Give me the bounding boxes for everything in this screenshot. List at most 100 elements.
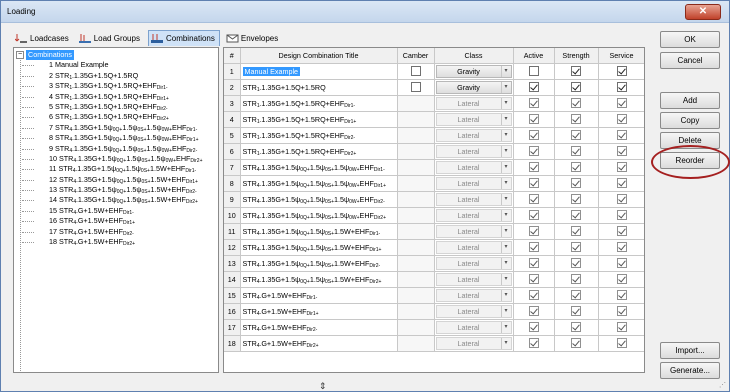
combinations-grid[interactable]: # Design Combination Title Camber Class …: [223, 47, 645, 373]
resize-grip-icon[interactable]: ⇕: [319, 381, 327, 392]
delete-button[interactable]: Delete: [660, 132, 720, 149]
active-cell[interactable]: [513, 239, 555, 256]
table-row[interactable]: 12 STR4-1.35G+1.5ψ0Q+1.5ψ0S+1.5W+EHFDir1+…: [224, 239, 644, 256]
service-checkbox[interactable]: [616, 130, 627, 141]
column-header-number[interactable]: #: [224, 48, 241, 64]
chevron-down-icon[interactable]: ▾: [500, 97, 511, 109]
row-number[interactable]: 9: [224, 191, 241, 208]
chevron-down-icon[interactable]: ▾: [500, 193, 511, 205]
class-cell[interactable]: Gravity ▾: [434, 79, 514, 96]
service-cell[interactable]: [598, 319, 644, 336]
service-checkbox[interactable]: [616, 82, 627, 93]
service-cell[interactable]: [598, 79, 644, 96]
service-checkbox[interactable]: [616, 146, 627, 157]
service-cell[interactable]: [598, 223, 644, 240]
class-cell[interactable]: Lateral ▾: [434, 303, 514, 320]
combination-title-cell[interactable]: STR4-G+1.5W+EHFDir2-: [240, 319, 398, 336]
table-row[interactable]: 6 STR1-1.35G+1.5Q+1.5RQ+EHFDir2+ Lateral ▾: [224, 143, 644, 160]
close-button[interactable]: ✕: [685, 4, 721, 20]
strength-checkbox[interactable]: [571, 162, 581, 173]
chevron-down-icon[interactable]: ▾: [500, 209, 511, 221]
active-checkbox[interactable]: [528, 274, 539, 285]
table-row[interactable]: 1 Manual Example Gravity ▾: [224, 63, 644, 80]
column-header-class[interactable]: Class: [434, 48, 514, 64]
row-number[interactable]: 14: [224, 271, 241, 288]
chevron-down-icon[interactable]: ▾: [500, 289, 511, 301]
combination-title-cell[interactable]: STR4-G+1.5W+EHFDir1-: [240, 287, 398, 304]
service-checkbox[interactable]: [616, 338, 627, 349]
combination-title-cell[interactable]: STR4-1.35G+1.5ψ0Q+1.5ψ0S+1.5W+EHFDir1+: [240, 239, 398, 256]
row-number[interactable]: 1: [224, 63, 241, 80]
active-checkbox[interactable]: [528, 162, 539, 173]
active-checkbox[interactable]: [528, 146, 539, 157]
active-cell[interactable]: [513, 191, 555, 208]
chevron-down-icon[interactable]: ▾: [500, 241, 511, 253]
class-dropdown[interactable]: Gravity ▾: [435, 64, 512, 78]
active-cell[interactable]: [513, 287, 555, 304]
combination-title-cell[interactable]: STR1-1.35G+1.5Q+1.5RQ+EHFDir2+: [240, 143, 398, 160]
strength-checkbox[interactable]: [571, 194, 581, 205]
active-checkbox[interactable]: [528, 130, 539, 141]
tab-load-groups[interactable]: Load Groups: [77, 30, 144, 46]
active-checkbox[interactable]: [528, 322, 539, 333]
active-checkbox[interactable]: [528, 210, 539, 221]
class-cell[interactable]: Lateral ▾: [434, 223, 514, 240]
strength-checkbox[interactable]: [571, 338, 581, 349]
service-cell[interactable]: [598, 191, 644, 208]
strength-checkbox[interactable]: [571, 226, 581, 237]
table-row[interactable]: 16 STR4-G+1.5W+EHFDir1+ Lateral ▾: [224, 303, 644, 320]
strength-cell[interactable]: [554, 175, 599, 192]
strength-cell[interactable]: [554, 319, 599, 336]
active-checkbox[interactable]: [528, 82, 539, 93]
service-cell[interactable]: [598, 239, 644, 256]
strength-checkbox[interactable]: [571, 82, 581, 93]
tree-item[interactable]: 6 STR1-1.35G+1.5Q+1.5RQ+EHFDir2+: [16, 112, 218, 122]
service-checkbox[interactable]: [616, 194, 627, 205]
table-row[interactable]: 3 STR1-1.35G+1.5Q+1.5RQ+EHFDir1- Lateral ▾: [224, 95, 644, 112]
strength-cell[interactable]: [554, 111, 599, 128]
strength-checkbox[interactable]: [571, 322, 581, 333]
active-checkbox[interactable]: [528, 194, 539, 205]
class-cell[interactable]: Lateral ▾: [434, 271, 514, 288]
service-cell[interactable]: [598, 175, 644, 192]
row-number[interactable]: 3: [224, 95, 241, 112]
row-number[interactable]: 15: [224, 287, 241, 304]
chevron-down-icon[interactable]: ▾: [500, 129, 511, 141]
active-cell[interactable]: [513, 319, 555, 336]
active-cell[interactable]: [513, 335, 555, 352]
row-number[interactable]: 8: [224, 175, 241, 192]
cancel-button[interactable]: Cancel: [660, 52, 720, 69]
strength-cell[interactable]: [554, 143, 599, 160]
tree-item[interactable]: 16 STR4-G+1.5W+EHFDir1+: [16, 216, 218, 226]
table-row[interactable]: 11 STR4-1.35G+1.5ψ0Q+1.5ψ0S+1.5W+EHFDir1-…: [224, 223, 644, 240]
class-cell[interactable]: Lateral ▾: [434, 127, 514, 144]
active-checkbox[interactable]: [528, 306, 539, 317]
strength-checkbox[interactable]: [571, 146, 581, 157]
import-button[interactable]: Import...: [660, 342, 720, 359]
service-cell[interactable]: [598, 303, 644, 320]
tab-envelopes[interactable]: Envelopes: [224, 30, 282, 46]
row-number[interactable]: 5: [224, 127, 241, 144]
combination-title-cell[interactable]: STR4-G+1.5W+EHFDir2+: [240, 335, 398, 352]
service-cell[interactable]: [598, 271, 644, 288]
class-cell[interactable]: Lateral ▾: [434, 207, 514, 224]
strength-cell[interactable]: [554, 287, 599, 304]
strength-cell[interactable]: [554, 223, 599, 240]
service-cell[interactable]: [598, 111, 644, 128]
table-row[interactable]: 5 STR1-1.35G+1.5Q+1.5RQ+EHFDir2- Lateral ▾: [224, 127, 644, 144]
active-cell[interactable]: [513, 79, 555, 96]
table-row[interactable]: 15 STR4-G+1.5W+EHFDir1- Lateral ▾: [224, 287, 644, 304]
combination-title-cell[interactable]: STR1-1.35G+1.5Q+1.5RQ+EHFDir1+: [240, 111, 398, 128]
table-row[interactable]: 8 STR4-1.35G+1.5ψ0Q+1.5ψ0S+1.5ψ0W+EHFDir1…: [224, 175, 644, 192]
column-header-active[interactable]: Active: [513, 48, 555, 64]
class-cell[interactable]: Lateral ▾: [434, 319, 514, 336]
combination-title-cell[interactable]: STR4-1.35G+1.5ψ0Q+1.5ψ0S+1.5ψ0W+EHFDir2-: [240, 191, 398, 208]
active-cell[interactable]: [513, 303, 555, 320]
chevron-down-icon[interactable]: ▾: [500, 113, 511, 125]
tree-item[interactable]: 18 STR4-G+1.5W+EHFDir2+: [16, 237, 218, 247]
table-row[interactable]: 14 STR4-1.35G+1.5ψ0Q+1.5ψ0S+1.5W+EHFDir2+…: [224, 271, 644, 288]
tree-item[interactable]: 8 STR4-1.35G+1.5ψ0Q+1.5ψ0S+1.5ψ0W+EHFDir…: [16, 133, 218, 143]
combination-title-cell[interactable]: STR4-1.35G+1.5ψ0Q+1.5ψ0S+1.5ψ0W+EHFDir1-: [240, 159, 398, 176]
active-checkbox[interactable]: [528, 258, 539, 269]
active-cell[interactable]: [513, 175, 555, 192]
